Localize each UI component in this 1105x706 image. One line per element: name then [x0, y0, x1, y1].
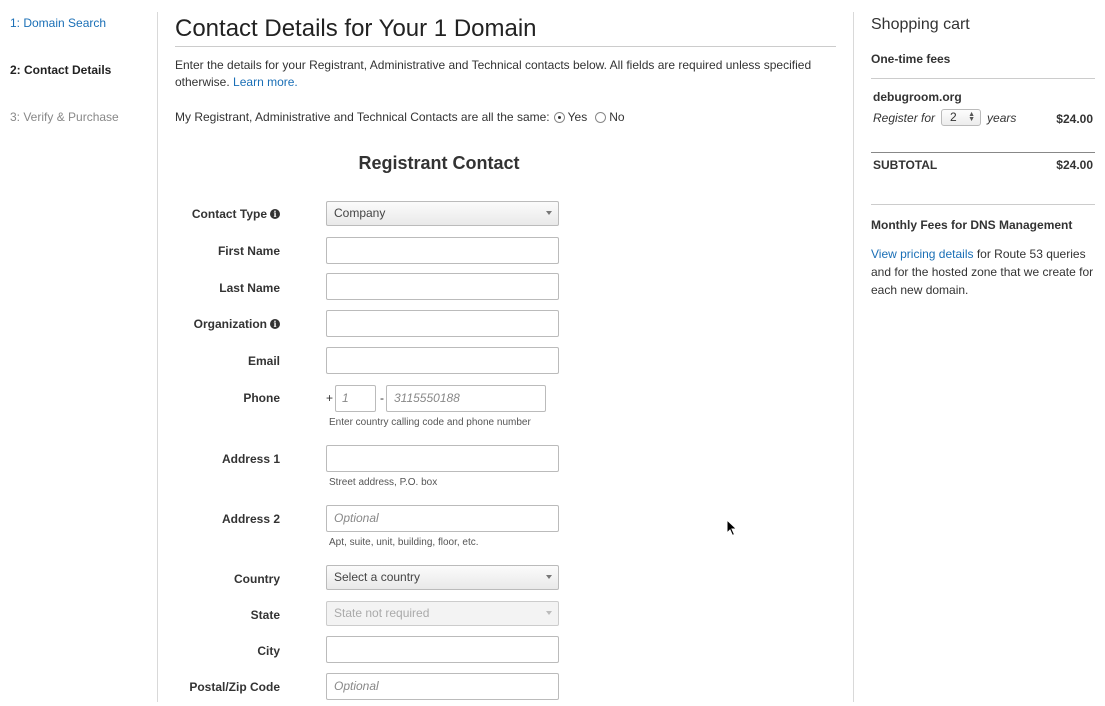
- page-title: Contact Details for Your 1 Domain: [175, 15, 537, 42]
- intro-text: Enter the details for your Registrant, A…: [175, 57, 835, 91]
- email-label: Email: [247, 354, 280, 368]
- same-contacts-row: My Registrant, Administrative and Techni…: [175, 110, 625, 124]
- country-value: Select a country: [334, 570, 421, 584]
- city-label: City: [257, 644, 280, 658]
- phone-label: Phone: [243, 391, 280, 405]
- state-value: State not required: [334, 606, 430, 620]
- domain-price: $24.00: [1056, 112, 1093, 126]
- address1-label: Address 1: [221, 452, 280, 466]
- caret-down-icon: [546, 611, 552, 615]
- monthly-fees-text: View pricing details for Route 53 querie…: [871, 245, 1095, 299]
- right-divider: [853, 12, 854, 702]
- monthly-fees-heading: Monthly Fees for DNS Management: [871, 218, 1073, 232]
- contact-type-select[interactable]: Company: [326, 201, 559, 226]
- address2-help-text: Apt, suite, unit, building, floor, etc.: [329, 537, 479, 548]
- no-radio[interactable]: [595, 111, 607, 123]
- country-code-input[interactable]: 1: [335, 385, 376, 412]
- phone-number-input[interactable]: 3115550188: [386, 385, 546, 412]
- stepper-arrows-icon: ▲ ▼: [968, 111, 976, 123]
- no-label[interactable]: No: [609, 110, 624, 124]
- cart-divider: [871, 78, 1095, 79]
- step-contact-details: 2: Contact Details: [10, 63, 112, 77]
- address2-input[interactable]: Optional: [326, 505, 559, 532]
- mouse-pointer-icon: [726, 519, 738, 537]
- country-select[interactable]: Select a country: [326, 565, 559, 590]
- last-name-input[interactable]: [326, 273, 559, 300]
- years-label: years: [987, 110, 1017, 125]
- state-label: State: [250, 608, 280, 622]
- city-input[interactable]: [326, 636, 559, 663]
- learn-more-link[interactable]: Learn more.: [233, 75, 298, 89]
- first-name-label: First Name: [217, 244, 280, 258]
- step-domain-search[interactable]: 1: Domain Search: [10, 16, 150, 63]
- state-select: State not required: [326, 601, 559, 626]
- subtotal-divider: [871, 152, 1095, 153]
- last-name-label: Last Name: [219, 281, 280, 295]
- title-divider: [175, 46, 836, 47]
- first-name-input[interactable]: [326, 237, 559, 264]
- one-time-fees-heading: One-time fees: [871, 52, 951, 66]
- cart-domain-name: debugroom.org: [873, 90, 962, 104]
- phone-separator: -: [380, 391, 384, 405]
- organization-label: Organization i: [194, 317, 280, 331]
- info-circle-icon[interactable]: i: [270, 319, 280, 329]
- view-pricing-link[interactable]: View pricing details: [871, 247, 974, 261]
- register-for-label: Register for: [873, 110, 936, 125]
- cart-divider: [871, 204, 1095, 205]
- country-label: Country: [234, 572, 280, 586]
- same-contacts-label: My Registrant, Administrative and Techni…: [175, 110, 550, 124]
- step-verify-purchase: 3: Verify & Purchase: [10, 110, 119, 124]
- info-circle-icon[interactable]: i: [270, 209, 280, 219]
- postal-input[interactable]: Optional: [326, 673, 559, 700]
- phone-plus-sign: +: [326, 391, 334, 405]
- contact-type-label: Contact Type i: [192, 207, 280, 221]
- register-row: Register for 2 ▲ ▼ years: [873, 109, 1016, 126]
- subtotal-label: SUBTOTAL: [873, 158, 938, 172]
- address1-input[interactable]: [326, 445, 559, 472]
- contact-type-value: Company: [334, 206, 386, 220]
- steps-nav: 1: Domain Search 2: Contact Details 3: V…: [10, 16, 150, 157]
- contact-type-label-text: Contact Type: [191, 207, 267, 221]
- email-input[interactable]: [326, 347, 559, 374]
- address2-label: Address 2: [221, 512, 280, 526]
- left-divider: [157, 12, 158, 702]
- subtotal-price: $24.00: [1056, 158, 1093, 172]
- years-value: 2: [950, 110, 957, 124]
- years-stepper[interactable]: 2 ▲ ▼: [941, 109, 982, 126]
- yes-label[interactable]: Yes: [568, 110, 588, 124]
- caret-down-icon: [546, 211, 552, 215]
- yes-radio[interactable]: [553, 111, 565, 123]
- registrant-contact-heading: Registrant Contact: [358, 153, 520, 173]
- caret-down-icon: [546, 575, 552, 579]
- cart-title: Shopping cart: [871, 16, 970, 33]
- phone-help-text: Enter country calling code and phone num…: [329, 417, 531, 428]
- organization-label-text: Organization: [193, 317, 267, 331]
- organization-input[interactable]: [326, 310, 559, 337]
- address1-help-text: Street address, P.O. box: [329, 477, 438, 488]
- postal-label: Postal/Zip Code: [189, 680, 280, 694]
